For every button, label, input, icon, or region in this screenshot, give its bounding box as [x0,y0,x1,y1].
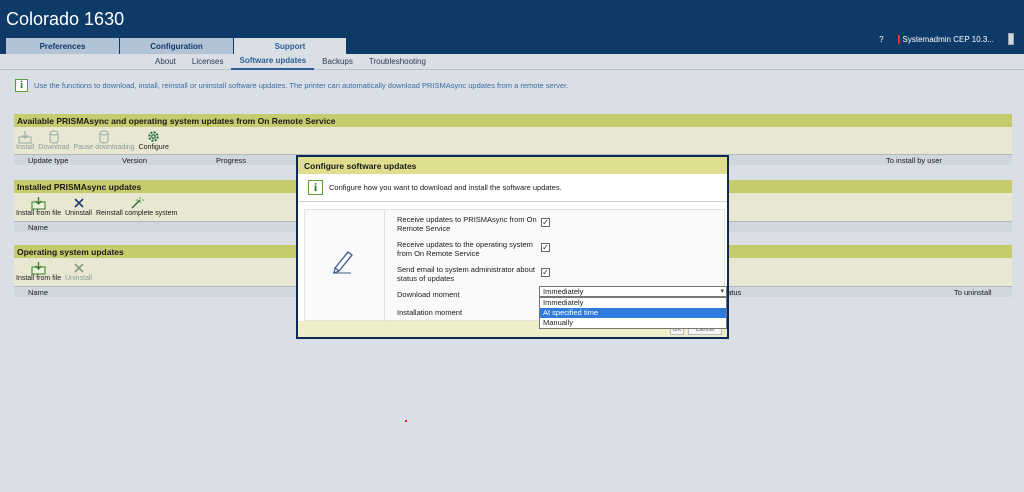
pause-downloading-label: Pause downloading [73,144,135,151]
install-from-file-icon [31,195,47,210]
uninstall-label: Uninstall [65,275,92,282]
subtab-licenses[interactable]: Licenses [184,54,232,70]
user-name: Systemadmin CEP 10.3... [902,34,994,44]
download-icon [46,129,62,144]
tab-preferences[interactable]: Preferences [6,38,119,54]
wand-icon [129,195,145,210]
uninstall-button[interactable]: Uninstall [65,260,92,282]
pencil-icon [333,251,353,274]
close-icon [71,195,87,210]
column-version[interactable]: Version [122,156,147,165]
column-name[interactable]: Name [28,288,48,297]
info-line: i Use the functions to download, install… [15,79,568,92]
column-to-uninstall[interactable]: To uninstall [954,288,992,297]
dialog-info: i Configure how you want to download and… [298,174,727,202]
info-text: Use the functions to download, install, … [34,81,569,90]
receive-prismasync-label: Receive updates to PRISMAsync from On Re… [397,215,537,233]
download-label: Download [38,144,70,151]
subtab-troubleshooting[interactable]: Troubleshooting [361,54,434,70]
install-button[interactable]: Install [16,129,34,151]
tab-support[interactable]: Support [234,38,346,54]
reinstall-complete-system-label: Reinstall complete system [95,210,178,217]
dialog-title: Configure software updates [298,157,727,174]
receive-prismasync-checkbox[interactable]: ✓ [541,218,550,227]
scroll-indicator[interactable] [1008,33,1014,45]
installation-moment-label: Installation moment [397,308,463,317]
info-icon: i [308,180,323,195]
uninstall-label: Uninstall [65,210,92,217]
app-title: Colorado 1630 [6,9,125,29]
install-from-file-icon [31,260,47,275]
column-progress[interactable]: Progress [216,156,246,165]
column-update-type[interactable]: Update type [28,156,68,165]
reinstall-complete-system-button[interactable]: Reinstall complete system [96,195,177,217]
column-name[interactable]: Name [28,223,48,232]
install-icon [17,129,33,144]
chevron-down-icon: ▾ [720,288,724,295]
install-from-file-label: Install from file [16,275,62,282]
uninstall-button[interactable]: Uninstall [65,195,92,217]
download-button[interactable]: Download [38,129,69,151]
configure-button[interactable]: Configure [139,129,169,151]
dialog-info-text: Configure how you want to download and i… [329,183,562,192]
subtab-backups[interactable]: Backups [314,54,361,70]
close-icon [71,260,87,275]
download-moment-label: Download moment [397,290,460,299]
help-button[interactable]: ? [879,35,883,44]
send-email-checkbox[interactable]: ✓ [541,268,550,277]
pause-downloading-button[interactable]: Pause downloading [73,129,135,151]
app-header: Colorado 1630 Preferences Configuration … [0,0,1024,54]
receive-os-checkbox[interactable]: ✓ [541,243,550,252]
option-at-specified-time[interactable]: At specified time [540,308,726,318]
download-moment-select[interactable]: Immediately ▾ [539,286,727,297]
user-flag-icon [897,34,900,44]
info-icon: i [15,79,28,92]
configure-updates-dialog: Configure software updates i Configure h… [296,155,729,339]
option-immediately[interactable]: Immediately [540,298,726,308]
cursor-dot [405,420,407,422]
column-to-install-by-user[interactable]: To install by user [886,156,942,165]
subtab-software-updates[interactable]: Software updates [231,54,315,70]
dialog-left-pane [305,210,385,322]
select-value: Immediately [543,287,584,296]
install-from-file-button[interactable]: Install from file [16,260,61,282]
send-email-label: Send email to system administrator about… [397,265,535,283]
download-moment-options: Immediately At specified time Manually [539,297,727,329]
header-right: ? Systemadmin CEP 10.3... [879,33,1014,45]
gear-icon [146,129,162,144]
configure-label: Configure [138,144,169,151]
install-label: Install [16,144,35,151]
pause-icon [96,129,112,144]
panel-title: Available PRISMAsync and operating syste… [14,114,1012,127]
install-from-file-label: Install from file [16,210,62,217]
receive-os-label: Receive updates to the operating system … [397,240,533,258]
toolbar: Install Download Pause downloading Confi… [14,127,1012,154]
option-manually[interactable]: Manually [540,318,726,328]
install-from-file-button[interactable]: Install from file [16,195,61,217]
sub-tabs: About Licenses Software updates Backups … [0,54,1024,70]
user-menu[interactable]: Systemadmin CEP 10.3... [897,34,994,44]
tab-configuration[interactable]: Configuration [120,38,233,54]
subtab-about[interactable]: About [147,54,184,70]
main-tabs: Preferences Configuration Support [6,38,347,54]
